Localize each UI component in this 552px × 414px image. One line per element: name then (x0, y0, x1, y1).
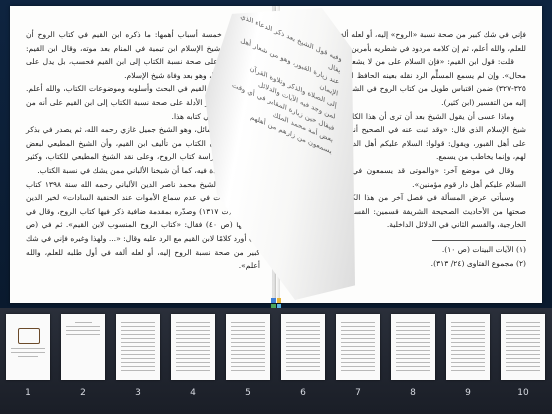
thumbnail-2[interactable]: 2 (61, 314, 105, 408)
thumbnail-7[interactable]: 7 (336, 314, 380, 408)
thumbnail-label: 2 (80, 388, 86, 398)
thumbnail-label: 5 (245, 388, 251, 398)
thumbnail-page (6, 314, 50, 380)
thumbnail-5[interactable]: 5 (226, 314, 270, 408)
thumbnail-label: 8 (410, 388, 416, 398)
thumbnail-list: 1 2 3 4 5 6 7 8 9 10 (6, 314, 546, 408)
thumbnail-page (226, 314, 270, 380)
thumbnail-10[interactable]: 10 (501, 314, 545, 408)
thumbnail-label: 1 (25, 388, 31, 398)
thumbnail-page (171, 314, 215, 380)
thumbnail-4[interactable]: 4 (171, 314, 215, 408)
thumbnail-label: 4 (190, 388, 196, 398)
app-logo-icon (271, 298, 281, 308)
curl-text: وفيه قول الشيخ بعد ذكر الدعاء الذي يقال … (222, 8, 343, 157)
thumbnail-strip[interactable]: 1 2 3 4 5 6 7 8 9 10 (0, 308, 552, 414)
thumbnail-label: 3 (135, 388, 141, 398)
thumbnail-page (446, 314, 490, 380)
thumbnail-page (116, 314, 160, 380)
thumbnail-label: 7 (355, 388, 361, 398)
thumbnail-page (501, 314, 545, 380)
thumbnail-label: 6 (300, 388, 306, 398)
thumbnail-6[interactable]: 6 (281, 314, 325, 408)
thumbnail-9[interactable]: 9 (446, 314, 490, 408)
thumbnail-page (391, 314, 435, 380)
thumbnail-page (281, 314, 325, 380)
thumbnail-1[interactable]: 1 (6, 314, 50, 408)
reader-view[interactable]: ثم ذكر خمسة أسباب أهمها: ما ذكره ابن الق… (0, 0, 552, 308)
cover-ornament-icon (18, 328, 40, 344)
thumbnail-label: 9 (465, 388, 471, 398)
thumbnail-page (61, 314, 105, 380)
thumbnail-3[interactable]: 3 (116, 314, 160, 408)
thumbnail-label: 10 (517, 388, 529, 398)
thumbnail-8[interactable]: 8 (391, 314, 435, 408)
thumbnail-page (336, 314, 380, 380)
